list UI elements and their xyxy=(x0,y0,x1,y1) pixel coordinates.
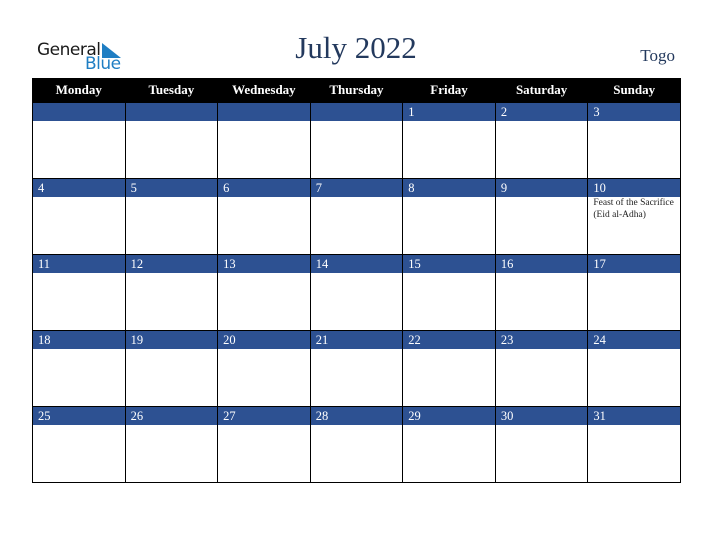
weekday-header: Friday xyxy=(402,78,496,103)
holiday-label: Feast of the Sacrifice (Eid al-Adha) xyxy=(593,198,674,220)
weekday-header: Wednesday xyxy=(217,78,311,103)
week-row: 25 26 27 28 29 30 31 xyxy=(32,406,681,483)
day-number: 18 xyxy=(33,331,125,349)
day-number: 8 xyxy=(403,179,495,197)
day-cell[interactable]: 10 Feast of the Sacrifice (Eid al-Adha) xyxy=(587,178,681,255)
day-number: 31 xyxy=(588,407,680,425)
day-cell[interactable]: 2 xyxy=(494,102,589,179)
day-cell[interactable]: 24 xyxy=(587,330,681,407)
day-cell[interactable]: 27 xyxy=(217,406,311,483)
week-row: 11 12 13 14 15 16 17 xyxy=(32,254,681,331)
day-cell[interactable]: 1 xyxy=(402,102,496,179)
day-cell[interactable] xyxy=(309,102,404,179)
day-cell[interactable]: 26 xyxy=(124,406,219,483)
weekday-header-row: Monday Tuesday Wednesday Thursday Friday… xyxy=(32,78,681,103)
day-number xyxy=(310,103,403,121)
week-row: 18 19 20 21 22 23 24 xyxy=(32,330,681,407)
calendar-grid: Monday Tuesday Wednesday Thursday Friday… xyxy=(32,78,681,483)
day-number: 14 xyxy=(310,255,403,273)
week-row: 4 5 6 7 8 9 10 Feast of the Sacrifice (Eid al-A… xyxy=(32,178,681,255)
day-number: 11 xyxy=(33,255,125,273)
day-number: 16 xyxy=(495,255,588,273)
day-cell[interactable]: 30 xyxy=(494,406,589,483)
calendar-title: July 2022 xyxy=(295,30,417,65)
day-number: 3 xyxy=(588,103,680,121)
day-number: 2 xyxy=(495,103,588,121)
day-cell[interactable]: 25 xyxy=(32,406,126,483)
day-number: 22 xyxy=(403,331,495,349)
day-cell[interactable]: 8 xyxy=(402,178,496,255)
day-number: 29 xyxy=(403,407,495,425)
day-number: 12 xyxy=(125,255,218,273)
day-number: 24 xyxy=(588,331,680,349)
day-number: 17 xyxy=(588,255,680,273)
day-number: 9 xyxy=(495,179,588,197)
day-cell[interactable]: 11 xyxy=(32,254,126,331)
day-cell[interactable] xyxy=(124,102,219,179)
day-number: 28 xyxy=(310,407,403,425)
day-number: 19 xyxy=(125,331,218,349)
day-number xyxy=(125,103,218,121)
weekday-header: Saturday xyxy=(494,78,589,103)
day-number: 10 xyxy=(588,179,680,197)
day-cell[interactable]: 15 xyxy=(402,254,496,331)
day-number: 20 xyxy=(218,331,310,349)
day-cell[interactable]: 17 xyxy=(587,254,681,331)
weekday-header: Tuesday xyxy=(124,78,219,103)
day-number: 25 xyxy=(33,407,125,425)
day-number: 1 xyxy=(403,103,495,121)
day-cell[interactable] xyxy=(32,102,126,179)
weekday-header: Monday xyxy=(32,78,126,103)
day-number: 5 xyxy=(125,179,218,197)
week-row: 123 xyxy=(32,102,681,179)
day-cell[interactable]: 19 xyxy=(124,330,219,407)
day-cell[interactable]: 23 xyxy=(494,330,589,407)
day-cell[interactable]: 28 xyxy=(309,406,404,483)
day-number: 26 xyxy=(125,407,218,425)
day-number: 13 xyxy=(218,255,310,273)
day-number: 6 xyxy=(218,179,310,197)
day-cell[interactable]: 14 xyxy=(309,254,404,331)
country-label: Togo xyxy=(640,46,675,65)
day-cell[interactable]: 12 xyxy=(124,254,219,331)
day-cell[interactable]: 29 xyxy=(402,406,496,483)
day-cell[interactable] xyxy=(217,102,311,179)
day-cell[interactable]: 16 xyxy=(494,254,589,331)
day-number: 4 xyxy=(33,179,125,197)
weekday-header: Thursday xyxy=(309,78,404,103)
day-cell[interactable]: 5 xyxy=(124,178,219,255)
day-cell[interactable]: 22 xyxy=(402,330,496,407)
day-cell[interactable]: 20 xyxy=(217,330,311,407)
day-number: 15 xyxy=(403,255,495,273)
day-number: 23 xyxy=(495,331,588,349)
day-cell[interactable]: 21 xyxy=(309,330,404,407)
day-cell[interactable]: 13 xyxy=(217,254,311,331)
day-cell[interactable]: 6 xyxy=(217,178,311,255)
weekday-header: Sunday xyxy=(587,78,681,103)
day-number: 7 xyxy=(310,179,403,197)
day-number: 27 xyxy=(218,407,310,425)
day-number: 21 xyxy=(310,331,403,349)
day-number: 30 xyxy=(495,407,588,425)
day-cell[interactable]: 18 xyxy=(32,330,126,407)
day-cell[interactable]: 3 xyxy=(587,102,681,179)
day-cell[interactable]: 9 xyxy=(494,178,589,255)
day-number xyxy=(218,103,310,121)
day-number xyxy=(33,103,125,121)
day-cell[interactable]: 31 xyxy=(587,406,681,483)
day-cell[interactable]: 4 xyxy=(32,178,126,255)
day-cell[interactable]: 7 xyxy=(309,178,404,255)
